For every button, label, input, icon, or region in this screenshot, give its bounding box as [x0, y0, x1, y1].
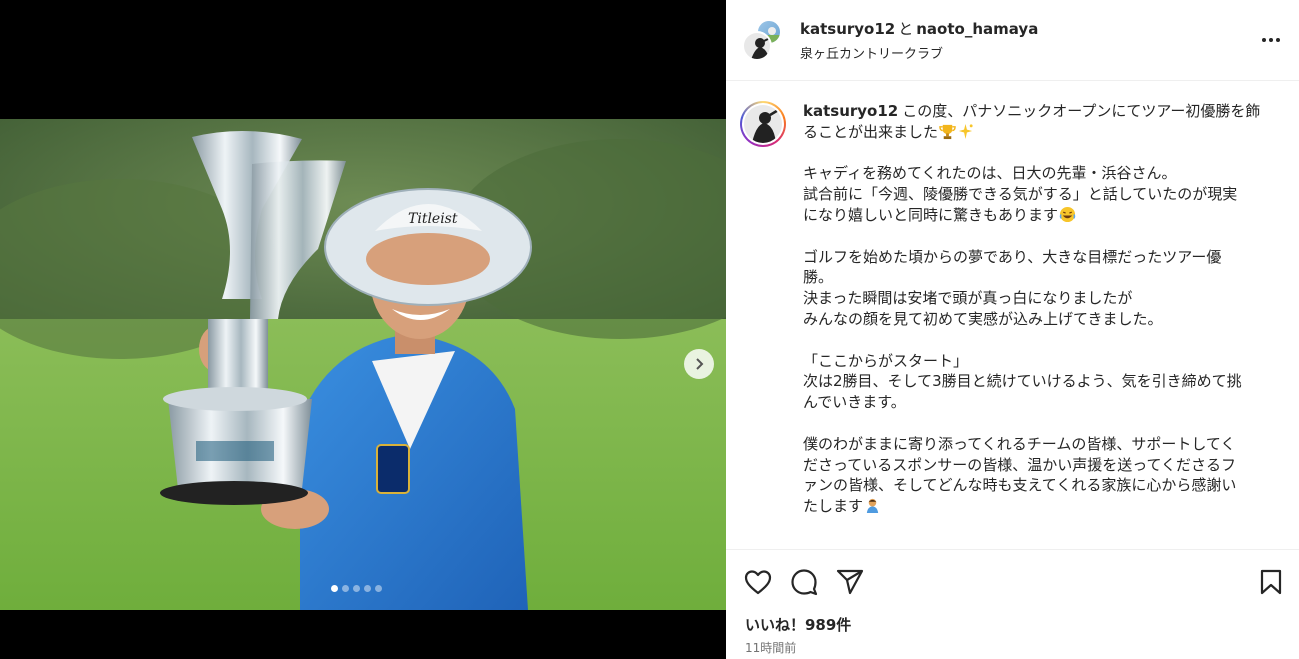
caption-paragraph: ゴルフを始めた頃からの夢であり、大きな目標だったツアー優 勝。 決まった瞬間は安… [803, 247, 1279, 330]
username-link[interactable]: katsuryo12 [800, 20, 895, 38]
caption-line: 次は2勝目、そして3勝目と続けていけるよう、気を引き締めて挑 [803, 372, 1242, 391]
carousel-indicator [331, 585, 382, 592]
carousel-dot [353, 585, 360, 592]
collab-avatars[interactable] [742, 19, 784, 61]
caption-line: んでいきます。 [803, 393, 906, 412]
photo-illustration: Titleist [0, 119, 726, 610]
post-header: katsuryo12 と naoto_hamaya 泉ヶ丘カントリークラブ [726, 0, 1299, 81]
avatar [742, 31, 772, 61]
post-side-panel: katsuryo12 と naoto_hamaya 泉ヶ丘カントリークラブ ka… [726, 0, 1299, 659]
carousel-dot [364, 585, 371, 592]
caption-line: ゴルフを始めた頃からの夢であり、大きな目標だったツアー優 [803, 247, 1222, 266]
heart-icon [744, 570, 772, 595]
caption-line: 試合前に「今週、陵優勝できる気がする」と話していたのが現実 [803, 185, 1238, 204]
caption-line: 決まった瞬間は安堵で頭が真っ白になりましたが [803, 289, 1133, 308]
header-text: katsuryo12 と naoto_hamaya 泉ヶ丘カントリークラブ [800, 18, 1038, 62]
comment-button[interactable] [788, 566, 820, 598]
caption-paragraph: katsuryo12 この度、パナソニックオープンにてツアー初優勝を飾ることが出来… [803, 101, 1279, 143]
likes-count[interactable]: いいね！989件 [745, 614, 851, 635]
chevron-right-icon [696, 358, 704, 370]
more-icon [1262, 38, 1280, 42]
caption-line: みんなの顔を見て初めて実感が込み上げてきました。 [803, 309, 1163, 328]
caption-line: ァンの皆様、そしてどんな時も支えてくれる家族に心から感謝い [803, 476, 1237, 495]
location-link[interactable]: 泉ヶ丘カントリークラブ [800, 43, 1038, 62]
instagram-post-view: Titleist katsuryo12 と naoto_hamaya 泉ヶ丘カン… [0, 0, 1299, 659]
collab-usernames: katsuryo12 と naoto_hamaya [800, 18, 1038, 39]
carousel-dot [375, 585, 382, 592]
caption-username[interactable]: katsuryo12 [803, 102, 898, 120]
bowing-person-emoji-icon [866, 499, 879, 514]
next-image-button[interactable] [684, 349, 714, 379]
caption-area: katsuryo12 この度、パナソニックオープンにてツアー初優勝を飾ることが出来… [726, 81, 1299, 549]
caption-line: たします [803, 496, 1279, 517]
caption-line: 「ここからがスタート」 [803, 351, 969, 370]
save-button[interactable] [1255, 566, 1287, 598]
bookmark-icon [1260, 569, 1282, 595]
svg-text:Titleist: Titleist [408, 211, 458, 227]
post-timestamp[interactable]: 11時間前 [745, 639, 796, 656]
media-panel: Titleist [0, 0, 726, 659]
caption-text: katsuryo12 この度、パナソニックオープンにてツアー初優勝を飾ることが出来… [803, 101, 1279, 538]
username-link[interactable]: naoto_hamaya [916, 20, 1038, 38]
caption-line: この度、パナソニックオープンにてツアー初優勝を飾 [902, 102, 1261, 120]
caption-line: 僕のわがままに寄り添ってくれるチームの皆様、サポートしてく [803, 434, 1236, 453]
caption-line: ださっているスポンサーの皆様、温かい声援を送ってくださるフ [803, 455, 1237, 474]
sparkles-emoji-icon [958, 123, 973, 139]
caption-line: になり嬉しいと同時に驚きもあります [803, 205, 1279, 226]
carousel-dot [342, 585, 349, 592]
share-icon [836, 569, 864, 595]
comment-icon [791, 569, 818, 596]
caption-line: キャディを務めてくれたのは、日大の先輩・浜谷さん。 [803, 164, 1177, 183]
caption-line: ることが出来ました [803, 122, 1279, 143]
caption-paragraph: 僕のわがままに寄り添ってくれるチームの皆様、サポートしてく ださっているスポンサ… [803, 434, 1279, 517]
carousel-dot [331, 585, 338, 592]
caption-paragraph: キャディを務めてくれたのは、日大の先輩・浜谷さん。 試合前に「今週、陵優勝できる… [803, 163, 1279, 225]
caption-paragraph: 「ここからがスタート」 次は2勝目、そして3勝目と続けていけるよう、気を引き締め… [803, 351, 1279, 413]
like-button[interactable] [742, 566, 774, 598]
caption-avatar[interactable] [740, 101, 786, 147]
conjunction-text: と [898, 20, 914, 38]
post-photo[interactable]: Titleist [0, 119, 726, 610]
more-options-button[interactable] [1259, 30, 1283, 50]
laughing-tears-emoji-icon [1059, 206, 1076, 223]
trophy-emoji-icon [939, 124, 956, 139]
share-button[interactable] [834, 566, 866, 598]
post-actions: いいね！989件 11時間前 [726, 549, 1299, 659]
caption-line: 勝。 [803, 268, 834, 287]
